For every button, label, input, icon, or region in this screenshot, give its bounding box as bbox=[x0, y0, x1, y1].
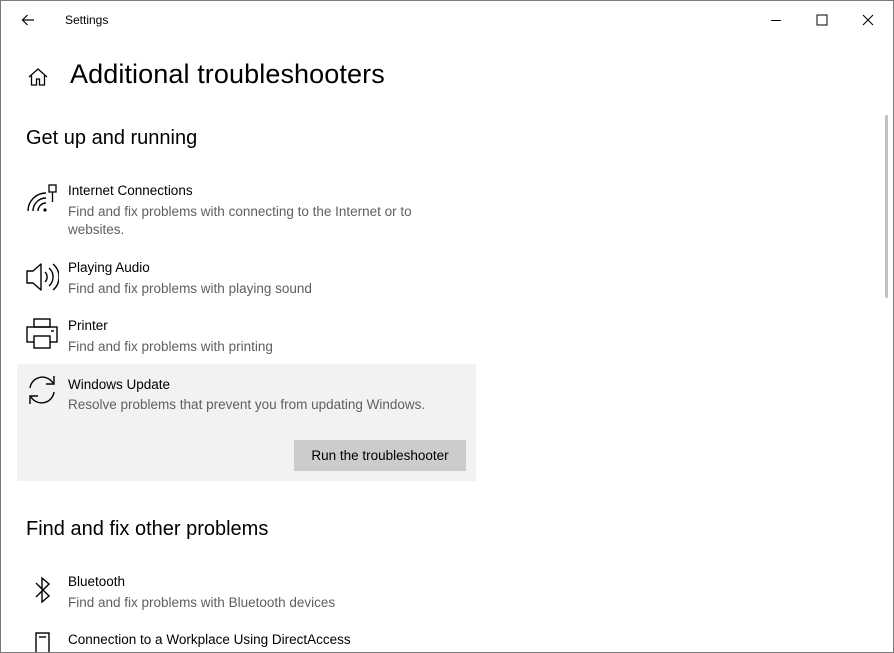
troubleshooter-windows-update[interactable]: Windows Update Resolve problems that pre… bbox=[17, 364, 476, 481]
section-title-find-and-fix-other-problems: Find and fix other problems bbox=[26, 518, 269, 540]
item-name: Playing Audio bbox=[68, 260, 150, 275]
workplace-device-icon bbox=[35, 632, 50, 652]
settings-window: Settings Additional troubleshooters Get … bbox=[0, 0, 894, 653]
item-name: Bluetooth bbox=[68, 574, 126, 589]
page-title: Additional troubleshooters bbox=[70, 59, 385, 89]
close-icon bbox=[862, 14, 874, 26]
scrollbar[interactable] bbox=[885, 115, 888, 298]
item-name: Printer bbox=[68, 318, 108, 333]
maximize-button[interactable] bbox=[799, 1, 845, 39]
item-name: Internet Connections bbox=[68, 183, 193, 198]
home-icon[interactable] bbox=[26, 65, 50, 89]
troubleshooter-directaccess[interactable]: Connection to a Workplace Using DirectAc… bbox=[17, 632, 476, 652]
troubleshooter-internet-connections[interactable]: Internet Connections Find and fix proble… bbox=[17, 183, 476, 243]
item-description: Resolve problems that prevent you from u… bbox=[68, 397, 426, 412]
maximize-icon bbox=[816, 14, 828, 26]
back-arrow-icon bbox=[21, 14, 34, 26]
troubleshooter-playing-audio[interactable]: Playing Audio Find and fix problems with… bbox=[17, 260, 476, 302]
item-description: Find and fix problems with playing sound bbox=[68, 281, 312, 296]
item-name: Connection to a Workplace Using DirectAc… bbox=[68, 632, 351, 647]
item-description: Find and fix problems with connecting to… bbox=[68, 204, 412, 237]
troubleshooter-bluetooth[interactable]: Bluetooth Find and fix problems with Blu… bbox=[17, 574, 476, 616]
item-description: Find and fix problems with printing bbox=[68, 339, 273, 354]
item-name: Windows Update bbox=[68, 377, 171, 392]
speaker-icon bbox=[26, 263, 59, 291]
sync-icon bbox=[29, 376, 55, 404]
bluetooth-icon bbox=[35, 576, 51, 604]
minimize-button[interactable] bbox=[753, 1, 799, 39]
internet-connections-icon bbox=[27, 184, 57, 212]
run-troubleshooter-button[interactable]: Run the troubleshooter bbox=[294, 440, 466, 471]
troubleshooter-printer[interactable]: Printer Find and fix problems with print… bbox=[17, 318, 476, 360]
section-title-get-up-and-running: Get up and running bbox=[26, 127, 198, 149]
close-button[interactable] bbox=[845, 1, 891, 39]
back-button[interactable] bbox=[13, 5, 43, 35]
item-description: Find and fix problems with Bluetooth dev… bbox=[68, 595, 336, 610]
title-bar: Settings bbox=[1, 1, 893, 39]
printer-icon bbox=[26, 318, 58, 349]
app-title: Settings bbox=[65, 13, 109, 27]
minimize-icon bbox=[771, 20, 781, 21]
